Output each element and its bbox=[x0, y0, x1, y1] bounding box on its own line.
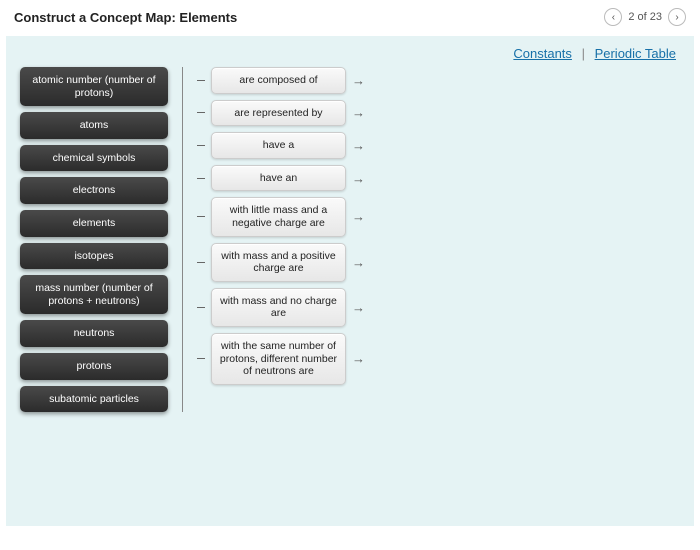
slot-row: have a → bbox=[197, 132, 365, 159]
term-tile[interactable]: isotopes bbox=[20, 243, 168, 270]
arrow-right-icon: → bbox=[352, 209, 365, 224]
term-tile[interactable]: chemical symbols bbox=[20, 145, 168, 172]
divider bbox=[182, 67, 183, 412]
slot-row: are composed of → bbox=[197, 67, 365, 94]
relation-slot[interactable]: with little mass and a negative charge a… bbox=[211, 197, 346, 236]
arrow-right-icon: → bbox=[352, 138, 365, 153]
term-tile[interactable]: atomic number (number of protons) bbox=[20, 67, 168, 106]
pager-text: 2 of 23 bbox=[628, 11, 662, 23]
relation-slot[interactable]: have a bbox=[211, 132, 346, 159]
term-tile[interactable]: atoms bbox=[20, 112, 168, 139]
slot-row: with mass and a positive charge are → bbox=[197, 243, 365, 282]
term-tile[interactable]: subatomic particles bbox=[20, 386, 168, 413]
arrow-right-icon: → bbox=[352, 255, 365, 270]
relation-slot[interactable]: have an bbox=[211, 165, 346, 192]
term-bank: atomic number (number of protons) atoms … bbox=[20, 67, 168, 412]
connector-dash bbox=[197, 80, 205, 81]
slot-row: are represented by → bbox=[197, 100, 365, 127]
page-title: Construct a Concept Map: Elements bbox=[14, 10, 237, 25]
connector-dash bbox=[197, 216, 205, 217]
connector-dash bbox=[197, 358, 205, 359]
pager-prev-button[interactable]: ‹ bbox=[604, 8, 622, 26]
term-tile[interactable]: protons bbox=[20, 353, 168, 380]
arrow-right-icon: → bbox=[352, 351, 365, 366]
relation-slot[interactable]: are composed of bbox=[211, 67, 346, 94]
relation-slot[interactable]: with mass and a positive charge are bbox=[211, 243, 346, 282]
term-tile[interactable]: neutrons bbox=[20, 320, 168, 347]
slot-row: with little mass and a negative charge a… bbox=[197, 197, 365, 236]
arrow-right-icon: → bbox=[352, 105, 365, 120]
connector-dash bbox=[197, 178, 205, 179]
slot-row: with the same number of protons, differe… bbox=[197, 333, 365, 385]
pager: ‹ 2 of 23 › bbox=[604, 8, 686, 26]
connector-dash bbox=[197, 112, 205, 113]
header: Construct a Concept Map: Elements ‹ 2 of… bbox=[0, 0, 700, 36]
link-separator: | bbox=[576, 46, 591, 61]
connector-dash bbox=[197, 145, 205, 146]
connector-dash bbox=[197, 262, 205, 263]
slot-column: are composed of → are represented by → h… bbox=[197, 67, 365, 412]
term-tile[interactable]: mass number (number of protons + neutron… bbox=[20, 275, 168, 314]
arrow-right-icon: → bbox=[352, 73, 365, 88]
slot-row: have an → bbox=[197, 165, 365, 192]
relation-slot[interactable]: with the same number of protons, differe… bbox=[211, 333, 346, 385]
workspace: atomic number (number of protons) atoms … bbox=[6, 67, 694, 412]
periodic-table-link[interactable]: Periodic Table bbox=[595, 46, 676, 61]
arrow-right-icon: → bbox=[352, 171, 365, 186]
pager-next-button[interactable]: › bbox=[668, 8, 686, 26]
relation-slot[interactable]: are represented by bbox=[211, 100, 346, 127]
relation-slot[interactable]: with mass and no charge are bbox=[211, 288, 346, 327]
slot-row: with mass and no charge are → bbox=[197, 288, 365, 327]
term-tile[interactable]: electrons bbox=[20, 177, 168, 204]
top-links: Constants | Periodic Table bbox=[6, 36, 694, 67]
arrow-right-icon: → bbox=[352, 300, 365, 315]
constants-link[interactable]: Constants bbox=[513, 46, 572, 61]
term-tile[interactable]: elements bbox=[20, 210, 168, 237]
canvas: Constants | Periodic Table atomic number… bbox=[6, 36, 694, 526]
connector-dash bbox=[197, 307, 205, 308]
